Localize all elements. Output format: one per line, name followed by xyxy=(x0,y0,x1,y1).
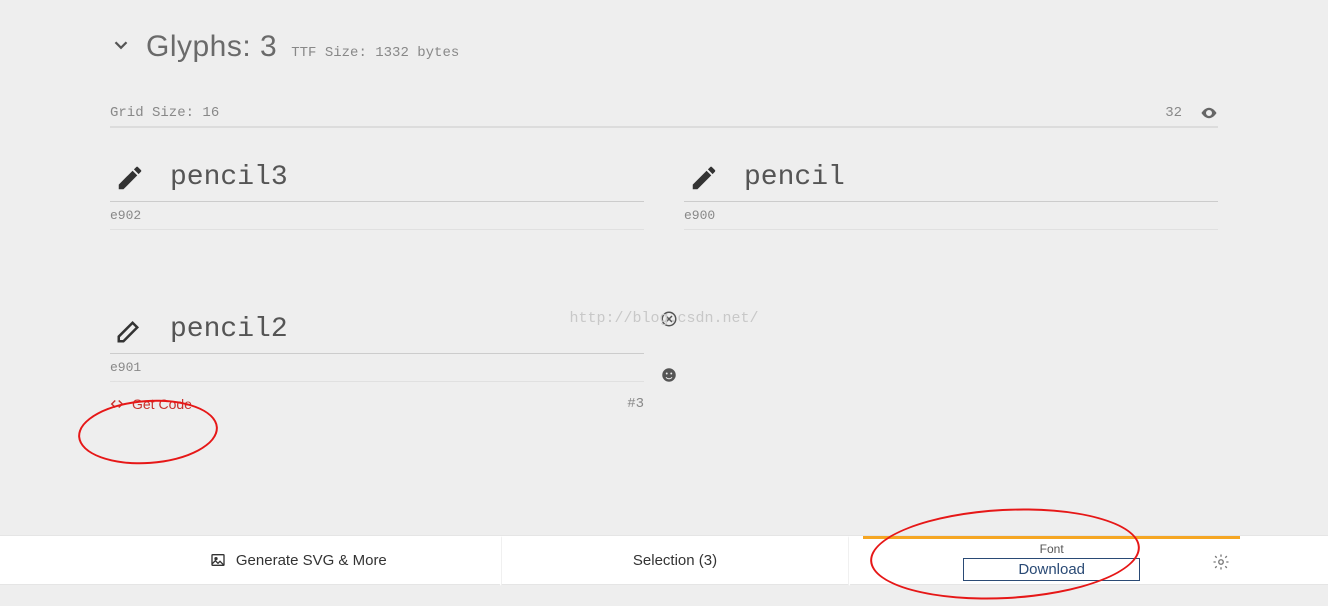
tab-selection[interactable]: Selection (3) xyxy=(487,536,864,584)
gear-icon[interactable] xyxy=(1212,553,1230,571)
glyph-code-input[interactable]: e902 xyxy=(110,208,141,223)
ttf-size-label: TTF Size: 1332 bytes xyxy=(291,45,459,61)
grid-size-label: Grid Size: 16 xyxy=(110,105,219,121)
pencil-icon xyxy=(684,163,724,193)
glyph-name-input[interactable]: pencil3 xyxy=(170,162,644,193)
tab-generate-svg[interactable]: Generate SVG & More xyxy=(110,536,487,584)
glyph-card: pencil2 e901 Get Code #3 xyxy=(110,310,644,412)
bottom-tab-bar: Generate SVG & More Selection (3) Font D… xyxy=(0,535,1328,585)
glyph-index-label: #3 xyxy=(627,396,644,412)
eye-icon[interactable] xyxy=(1200,104,1218,122)
tab-font[interactable]: Font Download xyxy=(863,536,1240,584)
glyph-code-input[interactable]: e901 xyxy=(110,360,141,375)
pencil-icon xyxy=(110,163,150,193)
grid-size-value[interactable]: 32 xyxy=(1165,105,1182,121)
get-code-label: Get Code xyxy=(132,396,192,412)
pencil-outline-icon xyxy=(110,315,150,345)
glyph-name-input[interactable]: pencil xyxy=(744,162,1218,193)
download-button[interactable]: Download xyxy=(963,558,1140,581)
section-title: Glyphs: 3 xyxy=(146,30,277,64)
glyph-card: pencil e900 xyxy=(684,158,1218,230)
collapse-icon[interactable] xyxy=(110,34,132,56)
tags-icon[interactable] xyxy=(660,366,678,384)
image-icon xyxy=(210,552,226,568)
glyph-code-input[interactable]: e900 xyxy=(684,208,715,223)
tab-label: Font xyxy=(1040,542,1064,556)
glyph-name-input[interactable]: pencil2 xyxy=(170,314,644,345)
code-icon xyxy=(110,397,124,411)
tab-label: Selection (3) xyxy=(633,552,717,569)
tab-label: Generate SVG & More xyxy=(236,552,387,569)
get-code-button[interactable]: Get Code xyxy=(110,396,192,412)
remove-icon[interactable] xyxy=(660,310,678,328)
glyph-card: pencil3 e902 xyxy=(110,158,644,230)
